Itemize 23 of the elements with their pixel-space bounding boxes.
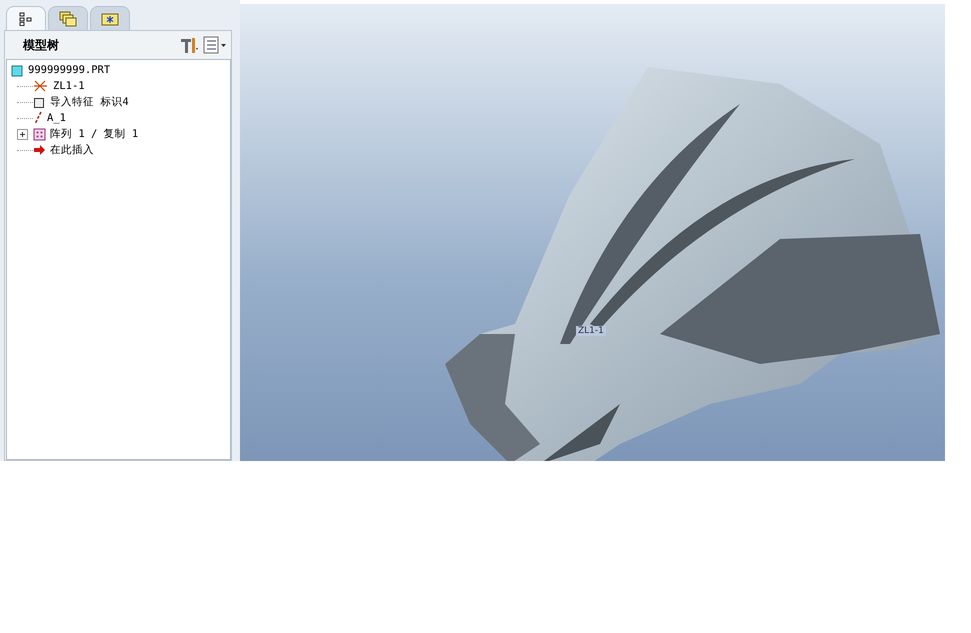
panel-tab[interactable]	[6, 6, 46, 30]
tools-icon	[179, 36, 199, 54]
part-icon	[11, 64, 24, 76]
pattern-icon	[33, 128, 46, 140]
settings-dropdown[interactable]	[179, 36, 199, 54]
axis-icon	[33, 111, 43, 125]
panel-title: 模型树	[23, 36, 60, 54]
coordinate-system-label: ZL1-1	[576, 326, 606, 336]
coordinate-system-icon	[33, 79, 49, 93]
show-dropdown[interactable]	[203, 36, 227, 54]
tree-structure-icon	[19, 12, 33, 26]
tree-item[interactable]: 导入特征 标识4	[33, 94, 129, 110]
arrow-icon	[33, 144, 46, 156]
expand-icon[interactable]	[17, 128, 28, 140]
tree-item[interactable]: 在此插入	[33, 142, 94, 158]
list-icon	[203, 36, 227, 54]
tree-item[interactable]: ZL1-1	[33, 78, 85, 94]
tree-item[interactable]: A_1	[33, 110, 66, 126]
folders-icon	[59, 10, 77, 26]
solid-icon	[33, 96, 46, 108]
3d-viewport[interactable]: ZL1-1	[240, 4, 945, 461]
tree-item[interactable]: 阵列 1 / 复制 1	[33, 126, 138, 142]
tree-item[interactable]: 999999999.PRT	[11, 62, 226, 78]
